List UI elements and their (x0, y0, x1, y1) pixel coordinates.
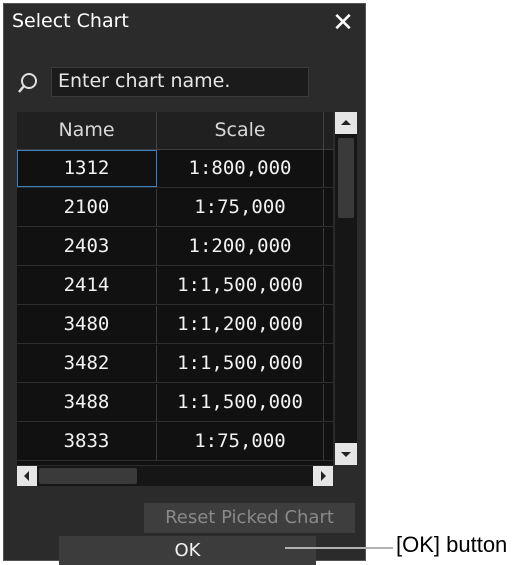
arrow-up-icon (341, 120, 351, 125)
scroll-down-button[interactable] (335, 443, 357, 465)
cell-chart-name: 3482 (17, 345, 157, 382)
dialog-title: Select Chart (12, 10, 129, 32)
table-row[interactable]: 2403 1:200,000 (17, 228, 333, 266)
table-row[interactable]: 3482 1:1,500,000 (17, 345, 333, 383)
vertical-scrollbar[interactable] (335, 112, 357, 465)
table-header: Name Scale (17, 112, 333, 150)
table-row[interactable]: 2414 1:1,500,000 (17, 267, 333, 305)
column-header-scale[interactable]: Scale (157, 112, 324, 149)
cell-chart-scale: 1:1,200,000 (157, 306, 324, 343)
scroll-up-button[interactable] (335, 112, 357, 134)
table-row[interactable]: 3488 1:1,500,000 (17, 384, 333, 422)
cell-chart-scale: 1:1,500,000 (157, 345, 324, 382)
cell-chart-scale: 1:800,000 (157, 150, 324, 187)
arrow-down-icon (341, 452, 351, 457)
cell-chart-name: 2100 (17, 189, 157, 226)
scroll-left-button[interactable] (17, 466, 37, 486)
cell-chart-name: 2414 (17, 267, 157, 304)
close-button[interactable]: ✕ (326, 10, 360, 36)
chart-table: Name Scale 1312 1:800,000 2100 1:75,000 2403… (17, 112, 333, 465)
search-row: Enter chart name. (16, 67, 312, 99)
cell-chart-scale: 1:200,000 (157, 228, 324, 265)
vertical-scroll-thumb[interactable] (338, 138, 354, 218)
horizontal-scroll-thumb[interactable] (39, 468, 137, 484)
close-icon: ✕ (332, 8, 354, 38)
search-icon (18, 73, 37, 93)
cell-chart-scale: 1:1,500,000 (157, 267, 324, 304)
cell-chart-name: 3480 (17, 306, 157, 343)
scroll-right-button[interactable] (313, 466, 333, 486)
table-row[interactable]: 3480 1:1,200,000 (17, 306, 333, 344)
callout-line (285, 547, 393, 549)
cell-chart-scale: 1:75,000 (157, 189, 324, 226)
horizontal-scrollbar[interactable] (17, 466, 333, 486)
table-row[interactable]: 1312 1:800,000 (17, 150, 333, 188)
arrow-right-icon (321, 471, 326, 481)
arrow-left-icon (24, 471, 29, 481)
table-row[interactable]: 2100 1:75,000 (17, 189, 333, 227)
select-chart-dialog: Select Chart ✕ Enter chart name. Name Sc… (3, 3, 366, 565)
cell-chart-name: 2403 (17, 228, 157, 265)
ok-button[interactable]: OK (59, 536, 316, 565)
title-bar: Select Chart ✕ (4, 4, 365, 42)
cell-chart-scale: 1:1,500,000 (157, 384, 324, 421)
cell-chart-scale: 1:75,000 (157, 423, 324, 460)
cell-chart-name: 3488 (17, 384, 157, 421)
cell-chart-name: 3833 (17, 423, 157, 460)
cell-chart-name: 1312 (17, 150, 157, 187)
table-row[interactable]: 3833 1:75,000 (17, 423, 333, 461)
callout-label: [OK] button (396, 532, 508, 557)
reset-picked-chart-button[interactable]: Reset Picked Chart (144, 503, 355, 533)
search-input[interactable]: Enter chart name. (51, 67, 309, 97)
column-header-name[interactable]: Name (17, 112, 157, 149)
